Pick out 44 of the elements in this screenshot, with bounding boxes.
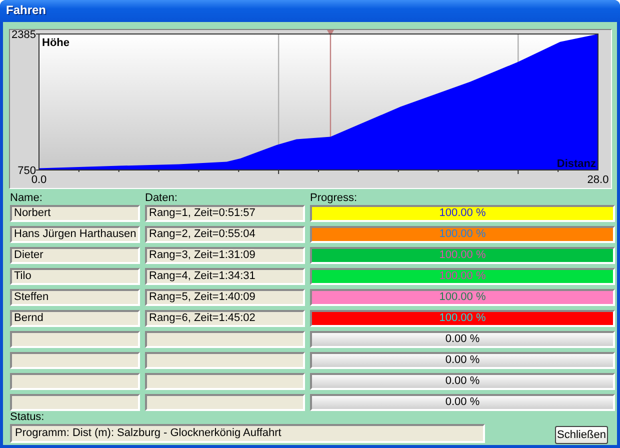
y-tick-label: 2385	[12, 30, 36, 41]
name-field[interactable]: Dieter	[10, 247, 140, 264]
progress-text: 100.00 %	[438, 249, 487, 262]
status-label: Status:	[10, 412, 46, 423]
x-tick-label: 28.0	[587, 174, 609, 186]
data-field[interactable]: Rang=2, Zeit=0:55:04	[145, 226, 305, 243]
y-tick-label: 750	[18, 165, 36, 177]
data-field[interactable]	[145, 373, 305, 390]
name-field[interactable]: Steffen	[10, 289, 140, 306]
x-tick-label: 0.0	[31, 174, 47, 186]
data-field[interactable]: Rang=4, Zeit=1:34:31	[145, 268, 305, 285]
progress-text: 0.00 %	[444, 375, 481, 388]
marker-triangle-icon	[326, 30, 334, 36]
data-field[interactable]: Rang=6, Zeit=1:45:02	[145, 310, 305, 327]
progress-text: 100.00 %	[438, 207, 487, 220]
data-field[interactable]: Rang=3, Zeit=1:31:09	[145, 247, 305, 264]
column-label: Progress:	[310, 193, 358, 204]
name-field[interactable]: Norbert	[10, 205, 140, 222]
close-button[interactable]: Schließen	[555, 426, 608, 444]
data-field[interactable]	[145, 394, 305, 411]
x-axis-title: Distanz	[556, 158, 596, 170]
status-field: Programm: Dist (m): Salzburg - Glocknerkönig Auffahrt	[10, 424, 485, 443]
window-title: Fahren	[6, 3, 46, 17]
data-field[interactable]	[145, 331, 305, 348]
y-axis-title: Höhe	[42, 37, 70, 49]
name-field[interactable]	[10, 373, 140, 390]
name-field[interactable]	[10, 331, 140, 348]
progress-text: 0.00 %	[444, 354, 481, 367]
column-label: Daten:	[145, 193, 178, 204]
progress-text: 100.00 %	[438, 291, 487, 304]
data-field[interactable]: Rang=1, Zeit=0:51:57	[145, 205, 305, 222]
progress-text: 100.00 %	[438, 228, 487, 241]
name-field[interactable]	[10, 394, 140, 411]
name-field[interactable]: Tilo	[10, 268, 140, 285]
name-field[interactable]	[10, 352, 140, 369]
progress-text: 0.00 %	[444, 333, 481, 346]
data-field[interactable]	[145, 352, 305, 369]
name-field[interactable]: Bernd	[10, 310, 140, 327]
data-field[interactable]: Rang=5, Zeit=1:40:09	[145, 289, 305, 306]
progress-text: 100.00 %	[438, 270, 487, 283]
column-label: Name:	[10, 193, 44, 204]
name-field[interactable]: Hans Jürgen Harthausen	[10, 226, 140, 243]
progress-text: 0.00 %	[444, 396, 481, 409]
progress-text: 100.00 %	[438, 312, 487, 325]
